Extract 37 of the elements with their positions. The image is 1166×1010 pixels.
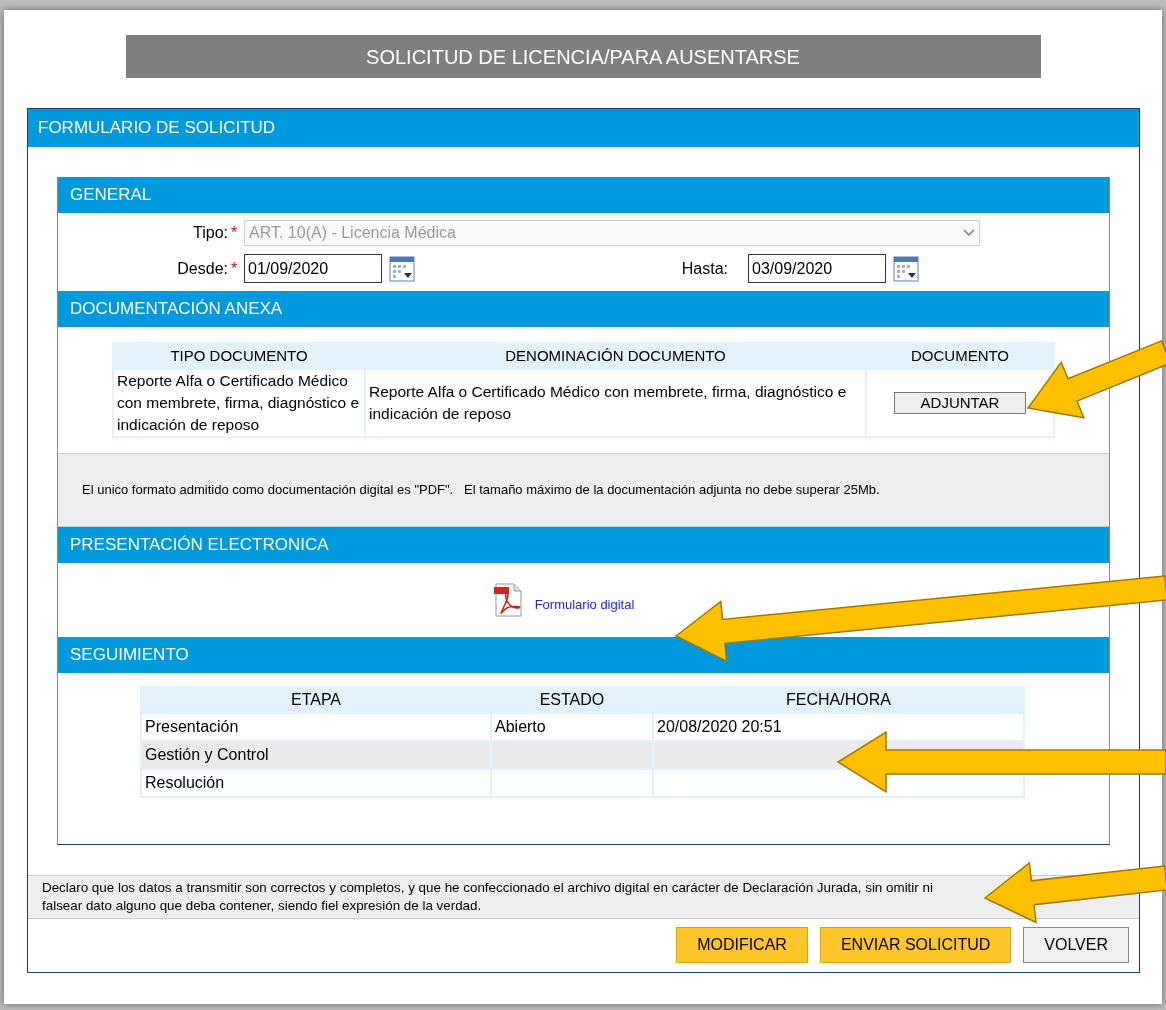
- panel-header: FORMULARIO DE SOLICITUD: [28, 109, 1139, 147]
- column-header: DENOMINACIÓN DOCUMENTO: [504, 345, 727, 366]
- action-button[interactable]: ENVIAR SOLICITUD: [819, 927, 1012, 963]
- digital-form-link[interactable]: Formulario digital: [534, 595, 635, 615]
- page-title: SOLICITUD DE LICENCIA/PARA AUSENTARSE: [125, 35, 1041, 78]
- section-header: GENERAL: [58, 177, 1109, 213]
- calendar-icon: [893, 255, 919, 282]
- chevron-down-icon: [963, 229, 975, 237]
- column-header: TIPO DOCUMENTO: [169, 345, 309, 366]
- back-button[interactable]: VOLVER: [1023, 927, 1129, 963]
- date-field[interactable]: 03/09/2020: [748, 254, 886, 283]
- field-label: Hasta:: [680, 258, 728, 279]
- column-header: FECHA/HORA: [785, 690, 892, 710]
- column-header: DOCUMENTO: [909, 345, 1011, 366]
- column-header: ETAPA: [289, 690, 343, 710]
- format-note: El unico formato admitido como documentación digital es "PDF". El tamaño máximo de la documentación adjunta no debe superar 25Mb.: [58, 453, 1109, 527]
- table-cell: Resolución: [142, 770, 490, 796]
- field-label: Tipo:: [192, 223, 228, 243]
- attach-button[interactable]: ADJUNTAR: [894, 392, 1026, 415]
- pdf-file-icon: [492, 583, 523, 617]
- action-button[interactable]: MODIFICAR: [676, 927, 808, 963]
- table-cell: Abierto: [492, 714, 652, 740]
- date-field[interactable]: 01/09/2020: [244, 254, 382, 283]
- calendar-icon: [389, 255, 415, 282]
- field-label: Desde:: [176, 258, 228, 279]
- section-header: DOCUMENTACIÓN ANEXA: [58, 291, 1109, 327]
- section-header: PRESENTACIÓN ELECTRONICA: [58, 527, 1109, 563]
- table-cell: Reporte Alfa o Certificado Médico con membrete, firma, diagnóstico e indicación de reposo: [366, 370, 865, 436]
- table-cell: Presentación: [142, 714, 490, 740]
- declaration-text: Declaro que los datos a transmitir son correctos y completos, y que he confeccionado el archivo digital en carácter de Declaración Jurada, sin omitir ni falsear dato alguno que deba contener, siendo fiel expresión de la verdad.: [28, 875, 1139, 919]
- required-mark: *: [231, 258, 239, 279]
- section-header: SEGUIMIENTO: [58, 637, 1109, 673]
- required-mark: *: [231, 223, 239, 243]
- table-cell: 20/08/2020 20:51: [654, 714, 1023, 740]
- column-header: ESTADO: [538, 690, 606, 710]
- table-cell: Gestión y Control: [142, 742, 490, 768]
- table-cell: Reporte Alfa o Certificado Médico con membrete, firma, diagnóstico e indicación de reposo: [114, 370, 364, 436]
